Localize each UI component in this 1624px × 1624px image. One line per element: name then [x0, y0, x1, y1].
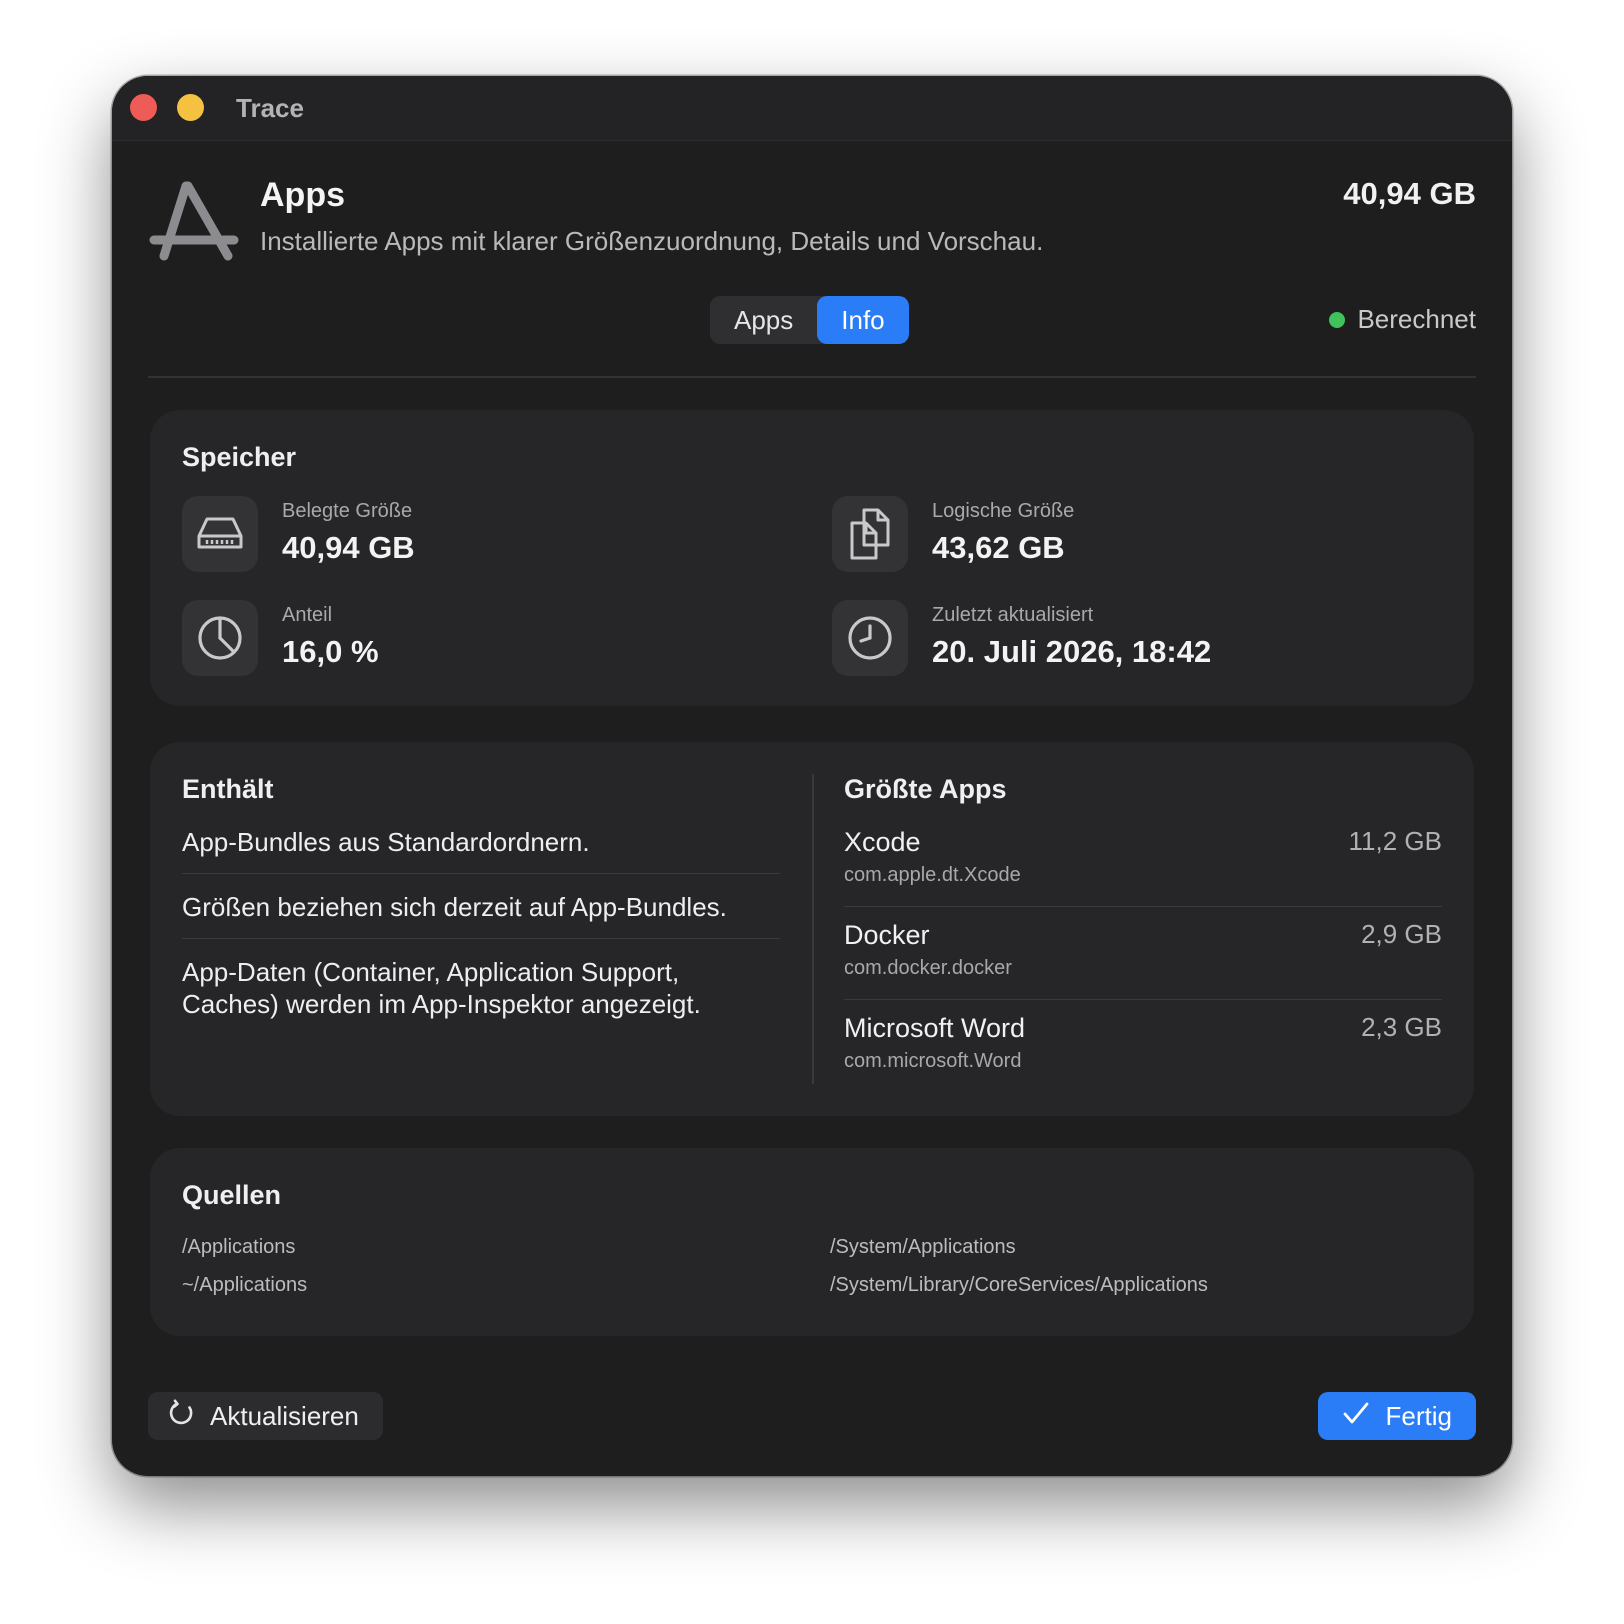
list-item: App-Daten (Container, Application Suppor…: [182, 938, 780, 1035]
pie-chart-icon: [182, 600, 258, 676]
tab-info[interactable]: Info: [817, 296, 909, 344]
stat-value: 43,62 GB: [932, 530, 1065, 565]
stat-label: Zuletzt aktualisiert: [932, 604, 1094, 626]
sources-card: Quellen /Applications /System/Applicatio…: [150, 1148, 1474, 1336]
stat-value: 16,0 %: [282, 634, 379, 669]
status-dot: [1329, 311, 1346, 328]
contains-list: App-Bundles aus Standardordnern. Größen …: [182, 826, 780, 1035]
tab-apps[interactable]: Apps: [710, 296, 817, 344]
sources-title: Quellen: [182, 1180, 282, 1210]
stat-logical-size: Logische Größe 43,62 GB: [832, 496, 1074, 572]
checkmark-icon: [1342, 1399, 1370, 1434]
total-size: 40,94 GB: [1343, 176, 1476, 211]
stat-value: 20. Juli 2026, 18:42: [932, 634, 1212, 669]
minimize-window-button[interactable]: [177, 94, 204, 121]
status-indicator: Berechnet: [1329, 304, 1476, 335]
stat-used-size: Belegte Größe 40,94 GB: [182, 496, 415, 572]
app-bundle-id: com.docker.docker: [844, 957, 1012, 979]
app-bundle-id: com.apple.dt.Xcode: [844, 864, 1021, 886]
title-bar[interactable]: Trace: [112, 76, 1512, 141]
refresh-button-label: Aktualisieren: [210, 1400, 359, 1431]
app-name: Microsoft Word: [844, 1013, 1026, 1043]
status-label: Berechnet: [1357, 304, 1476, 334]
contains-title: Enthält: [182, 774, 274, 804]
page-subtitle: Installierte Apps mit klarer Größenzuord…: [260, 226, 1044, 256]
storage-card: Speicher Belegte Größe 40,94 GB Logische…: [150, 410, 1474, 706]
source-path: /System/Applications: [830, 1236, 1016, 1258]
stat-value: 40,94 GB: [282, 530, 415, 565]
app-bundle-id: com.microsoft.Word: [844, 1050, 1022, 1072]
clock-icon: [832, 600, 908, 676]
largest-apps-list: Xcode com.apple.dt.Xcode 11,2 GB Docker …: [844, 826, 1442, 1092]
app-window: Trace Apps Installierte Apps mit klarer …: [112, 76, 1512, 1476]
app-size: 11,2 GB: [1348, 826, 1442, 856]
source-path: ~/Applications: [182, 1274, 308, 1296]
documents-icon: [832, 496, 908, 572]
stat-last-updated: Zuletzt aktualisiert 20. Juli 2026, 18:4…: [832, 600, 1211, 676]
contents-card: Enthält App-Bundles aus Standardordnern.…: [150, 742, 1474, 1116]
app-row-microsoft-word[interactable]: Microsoft Word com.microsoft.Word 2,3 GB: [844, 999, 1442, 1092]
done-button[interactable]: Fertig: [1317, 1392, 1476, 1440]
app-store-icon: [148, 180, 240, 264]
refresh-icon: [168, 1398, 196, 1434]
window-title: Trace: [236, 93, 304, 123]
app-name: Docker: [844, 920, 930, 950]
stat-label: Logische Größe: [932, 500, 1075, 522]
stat-label: Anteil: [282, 604, 333, 626]
column-divider: [812, 774, 814, 1084]
stat-label: Belegte Größe: [282, 500, 413, 522]
app-size: 2,3 GB: [1361, 1012, 1442, 1042]
app-row-xcode[interactable]: Xcode com.apple.dt.Xcode 11,2 GB: [844, 826, 1442, 906]
app-row-docker[interactable]: Docker com.docker.docker 2,9 GB: [844, 906, 1442, 999]
view-segmented-control: Apps Info: [710, 296, 909, 344]
largest-apps-title: Größte Apps: [844, 774, 1007, 804]
page-title: Apps: [260, 176, 345, 214]
source-path: /Applications: [182, 1236, 296, 1258]
source-path: /System/Library/CoreServices/Application…: [830, 1274, 1208, 1296]
refresh-button[interactable]: Aktualisieren: [148, 1392, 383, 1440]
list-item: Größen beziehen sich derzeit auf App-Bun…: [182, 873, 780, 938]
header-divider: [148, 376, 1476, 378]
close-window-button[interactable]: [130, 94, 157, 121]
stat-share: Anteil 16,0 %: [182, 600, 379, 676]
storage-card-title: Speicher: [182, 442, 297, 472]
list-item: App-Bundles aus Standardordnern.: [182, 827, 590, 857]
drive-icon: [182, 496, 258, 572]
done-button-label: Fertig: [1385, 1400, 1452, 1431]
app-size: 2,9 GB: [1361, 919, 1442, 949]
